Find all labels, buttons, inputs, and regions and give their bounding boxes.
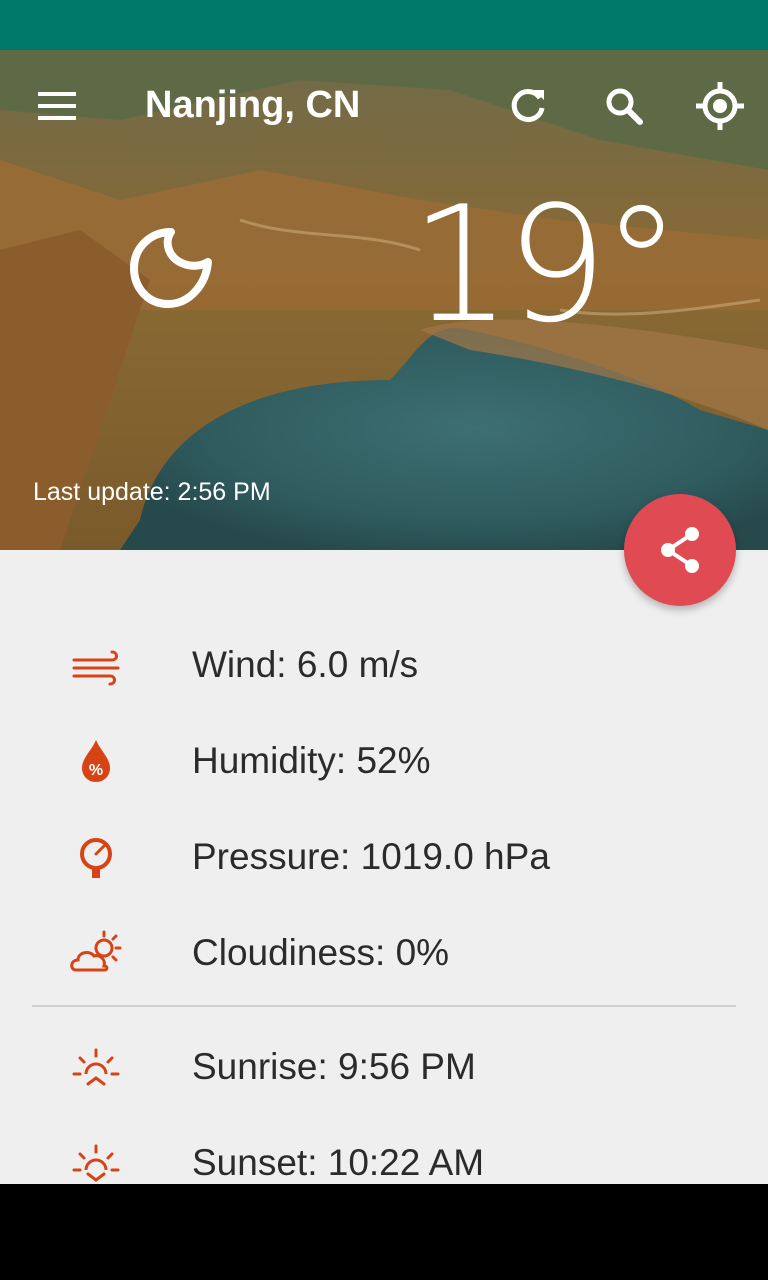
cloudiness-row: Cloudiness: 0%: [0, 908, 768, 998]
wind-icon: [72, 650, 120, 686]
sunrise-text: Sunrise: 9:56 PM: [192, 1046, 476, 1087]
my-location-icon: [696, 82, 744, 130]
humidity-row: % Humidity: 52%: [0, 716, 768, 806]
temperature-display: 19°: [410, 171, 682, 358]
pressure-gauge-icon: [80, 838, 112, 878]
section-divider: [32, 1005, 736, 1007]
sunset-row: Sunset: 10:22 AM: [0, 1118, 768, 1184]
pressure-row: Pressure: 1019.0 hPa: [0, 812, 768, 902]
sunset-text: Sunset: 10:22 AM: [192, 1142, 485, 1183]
search-button[interactable]: [596, 78, 652, 134]
refresh-button[interactable]: [500, 78, 556, 134]
refresh-icon: [511, 89, 545, 123]
sunrise-row: Sunrise: 9:56 PM: [0, 1022, 768, 1112]
clear-night-moon-icon: [130, 228, 212, 308]
weather-details-panel: Wind: 6.0 m/s % Humidity: 52% Pressure: …: [0, 550, 768, 1184]
menu-icon: [38, 92, 76, 120]
sunset-icon: [72, 1144, 120, 1182]
sunrise-icon: [72, 1048, 120, 1086]
status-bar: [0, 0, 768, 50]
cloudiness-text: Cloudiness: 0%: [192, 932, 450, 973]
search-icon: [606, 88, 643, 125]
city-title: Nanjing, CN: [145, 84, 361, 126]
share-button[interactable]: [624, 494, 736, 606]
system-navigation-bar: [0, 1184, 768, 1280]
humidity-icon: %: [82, 740, 110, 782]
pressure-text: Pressure: 1019.0 hPa: [192, 836, 550, 877]
wind-row: Wind: 6.0 m/s: [0, 620, 768, 710]
last-update-text: Last update: 2:56 PM: [33, 478, 271, 506]
location-button[interactable]: [692, 78, 748, 134]
svg-text:%: %: [89, 762, 103, 779]
share-icon: [661, 527, 699, 573]
menu-button[interactable]: [28, 82, 84, 130]
humidity-text: Humidity: 52%: [192, 740, 431, 781]
partly-cloudy-icon: [70, 930, 122, 972]
wind-text: Wind: 6.0 m/s: [192, 644, 419, 685]
app-toolbar: Nanjing, CN: [0, 50, 768, 162]
